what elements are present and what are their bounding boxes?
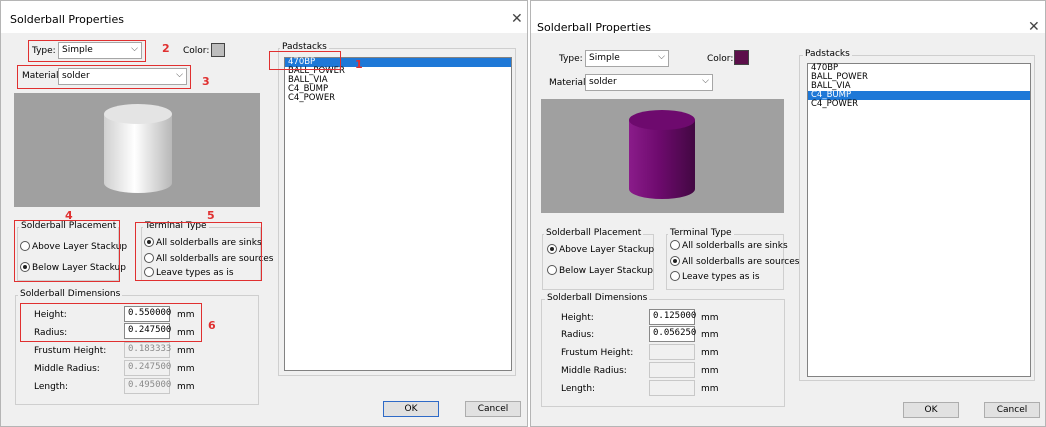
height-unit: mm — [701, 313, 719, 323]
cylinder-graphic — [629, 110, 695, 199]
cylinder-graphic — [104, 104, 172, 193]
chevron-down-icon: ⌵ — [658, 52, 665, 62]
dialog-title: Solderball Properties — [537, 21, 651, 34]
dialog-title: Solderball Properties — [10, 13, 124, 26]
placement-group — [542, 234, 654, 290]
radio-sources[interactable]: All solderballs are sources — [670, 256, 799, 267]
radio-icon — [547, 265, 557, 275]
radio-label: Below Layer Stackup — [559, 266, 653, 276]
middle-radius-label: Middle Radius: — [561, 366, 627, 376]
length-unit: mm — [177, 382, 195, 392]
chevron-down-icon: ⌵ — [702, 76, 709, 86]
annotation-number: 4 — [65, 209, 73, 222]
annotation-number: 3 — [202, 75, 210, 88]
type-label: Type: — [559, 54, 583, 64]
radio-below-stackup[interactable]: Below Layer Stackup — [547, 265, 653, 276]
length-unit: mm — [701, 384, 719, 394]
middle-radius-unit: mm — [177, 364, 195, 374]
radio-label: Leave types as is — [682, 272, 760, 282]
color-label: Color: — [183, 46, 210, 56]
annotation-box — [20, 303, 202, 342]
middle-radius-input: 0.247500 — [124, 360, 171, 376]
radio-label: All solderballs are sources — [682, 257, 800, 267]
annotation-box — [269, 51, 341, 70]
radio-sinks[interactable]: All solderballs are sinks — [670, 240, 788, 251]
middle-radius-unit: mm — [701, 366, 719, 376]
right-dialog: Solderball Properties ✕ Type: Simple ⌵ C… — [530, 0, 1046, 427]
frustum-height-label: Frustum Height: — [34, 346, 107, 356]
color-swatch[interactable] — [734, 50, 749, 65]
dimensions-title: Solderball Dimensions — [18, 289, 123, 299]
color-label: Color: — [707, 54, 734, 64]
padstacks-listbox: 470BP BALL_POWER BALL_VIA C4_BUMP C4_POW… — [807, 63, 1031, 377]
radio-icon — [670, 256, 680, 266]
frustum-height-input — [649, 344, 695, 360]
annotation-box — [28, 40, 146, 62]
close-icon[interactable]: ✕ — [511, 11, 523, 27]
solderball-preview — [14, 93, 260, 207]
middle-radius-label: Middle Radius: — [34, 364, 100, 374]
annotation-box — [135, 222, 262, 281]
length-label: Length: — [34, 382, 69, 392]
radio-icon — [547, 244, 557, 254]
type-select-value: Simple — [589, 53, 620, 63]
frustum-height-label: Frustum Height: — [561, 348, 634, 358]
annotation-box — [14, 220, 120, 282]
middle-radius-input — [649, 362, 695, 378]
height-label: Height: — [561, 313, 594, 323]
solderball-preview — [541, 99, 784, 213]
radio-label: Above Layer Stackup — [559, 245, 655, 255]
radio-icon — [670, 240, 680, 250]
radius-input[interactable]: 0.056250 — [649, 326, 696, 342]
left-dialog: Solderball Properties ✕ Type: Simple ⌵ C… — [0, 0, 528, 427]
list-item[interactable]: C4_POWER — [808, 100, 1030, 109]
frustum-height-unit: mm — [701, 348, 719, 358]
placement-title: Solderball Placement — [544, 228, 644, 238]
frustum-height-unit: mm — [177, 346, 195, 356]
annotation-number: 6 — [208, 319, 216, 332]
material-select[interactable]: solder ⌵ — [585, 74, 713, 91]
radio-leave[interactable]: Leave types as is — [670, 271, 760, 282]
material-label: Material: — [549, 78, 589, 88]
list-item[interactable]: C4_POWER — [285, 94, 511, 103]
radius-unit: mm — [701, 330, 719, 340]
frustum-height-input: 0.183333 — [124, 342, 171, 358]
annotation-number: 2 — [162, 42, 170, 55]
ok-button[interactable]: OK — [903, 402, 959, 418]
radio-above-stackup[interactable]: Above Layer Stackup — [547, 244, 654, 255]
close-icon[interactable]: ✕ — [1028, 19, 1040, 35]
radio-icon — [670, 271, 680, 281]
length-label: Length: — [561, 384, 596, 394]
annotation-number: 1 — [355, 58, 363, 71]
length-input — [649, 380, 695, 396]
type-select[interactable]: Simple ⌵ — [585, 50, 669, 67]
annotation-number: 5 — [207, 209, 215, 222]
terminal-title: Terminal Type — [668, 228, 734, 238]
padstacks-title: Padstacks — [803, 49, 852, 59]
radius-label: Radius: — [561, 330, 595, 340]
length-input: 0.495000 — [124, 378, 171, 394]
cancel-button[interactable]: Cancel — [984, 402, 1040, 418]
material-select-value: solder — [589, 77, 617, 87]
dimensions-title: Solderball Dimensions — [545, 293, 650, 303]
padstacks-listbox: 470BP BALL_POWER BALL_VIA C4_BUMP C4_POW… — [284, 57, 512, 371]
annotation-box — [17, 65, 191, 89]
height-input[interactable]: 0.125000 — [649, 309, 696, 325]
cancel-button[interactable]: Cancel — [465, 401, 521, 417]
radio-label: All solderballs are sinks — [682, 241, 788, 251]
color-swatch[interactable] — [211, 43, 225, 57]
ok-button[interactable]: OK — [383, 401, 439, 417]
